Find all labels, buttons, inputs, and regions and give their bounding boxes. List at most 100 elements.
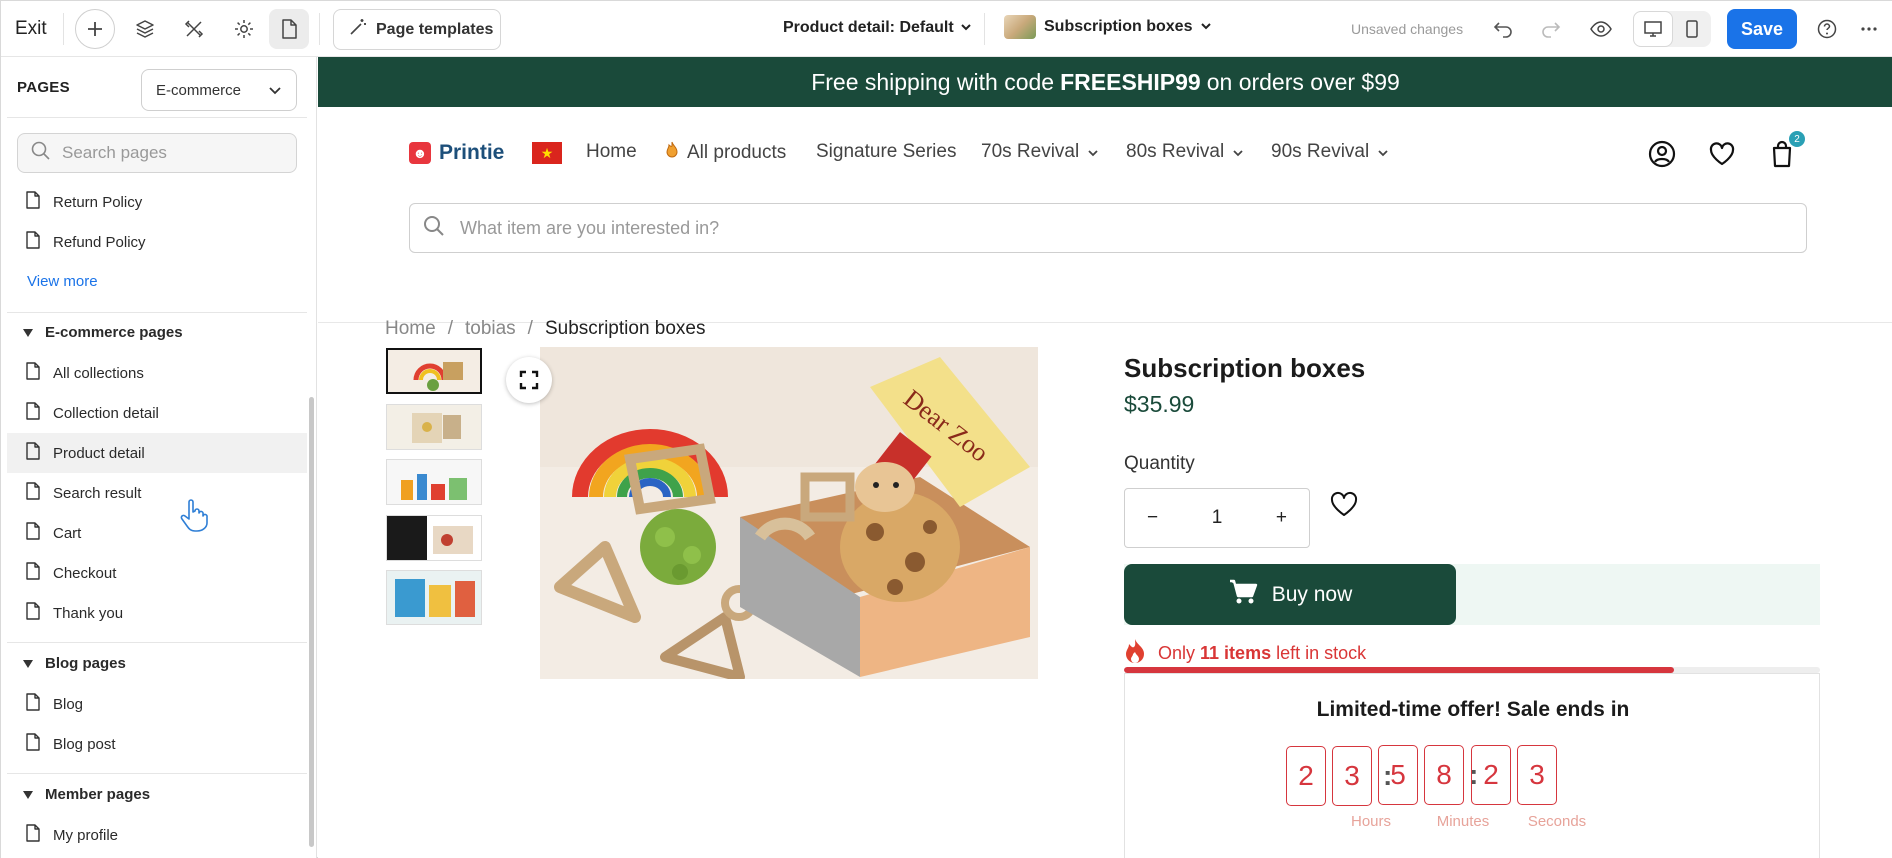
chevron-down-icon	[1200, 18, 1212, 36]
product-selector-label: Subscription boxes	[1044, 18, 1193, 35]
nav-home[interactable]: Home	[586, 141, 637, 163]
breadcrumb-separator: /	[527, 318, 533, 339]
sidebar-item-blog-post[interactable]: Blog post	[7, 724, 307, 764]
stock-text-start: Only	[1158, 643, 1196, 663]
pages-icon[interactable]	[269, 9, 309, 49]
breadcrumb-home[interactable]: Home	[385, 318, 436, 340]
search-icon	[422, 214, 446, 243]
gallery-thumbnail[interactable]	[386, 570, 482, 625]
sidebar-item-label: Blog	[53, 695, 84, 713]
section-ecommerce-pages[interactable]: E-commerce pages	[23, 324, 183, 341]
account-icon[interactable]	[1645, 137, 1679, 171]
chevron-down-icon	[268, 82, 282, 99]
product-main-image[interactable]: Dear Zoo	[540, 347, 1038, 679]
sidebar-item-label: Search result	[53, 484, 142, 502]
divider	[984, 13, 985, 45]
nav-label: 70s Revival	[981, 141, 1080, 162]
page-icon	[25, 824, 41, 846]
breadcrumb-collection[interactable]: tobias	[465, 318, 516, 340]
page-selector[interactable]: Product detail: Default	[783, 19, 972, 37]
sidebar-item-checkout[interactable]: Checkout	[7, 553, 307, 593]
nav-70s-revival[interactable]: 70s Revival	[981, 141, 1099, 163]
expand-fullscreen-icon[interactable]	[506, 357, 552, 403]
store-logo[interactable]: ☻ Printie	[409, 141, 504, 165]
sidebar-item-refund-policy[interactable]: Refund Policy	[7, 222, 307, 262]
divider	[7, 312, 307, 313]
view-more-link[interactable]: View more	[27, 273, 98, 290]
gallery-thumbnail[interactable]	[386, 348, 482, 394]
seconds-label: Seconds	[1527, 813, 1587, 830]
undo-icon[interactable]	[1483, 9, 1523, 49]
nav-label: All products	[687, 142, 787, 163]
cart-bag-icon[interactable]: 2	[1765, 131, 1805, 171]
wishlist-heart-icon[interactable]	[1705, 137, 1739, 171]
page-icon	[25, 522, 41, 544]
product-title: Subscription boxes	[1124, 353, 1366, 383]
tools-icon[interactable]	[174, 9, 214, 49]
buy-now-button[interactable]: Buy now	[1124, 564, 1456, 625]
more-options-icon[interactable]	[1851, 9, 1887, 49]
add-icon[interactable]	[75, 9, 115, 49]
product-selector[interactable]: Subscription boxes	[1004, 15, 1212, 39]
layers-icon[interactable]	[125, 9, 165, 49]
decrement-button[interactable]: −	[1147, 507, 1158, 529]
desktop-icon[interactable]	[1633, 11, 1673, 47]
countdown-minutes-digits-main: 5 8	[1378, 745, 1464, 805]
page-icon	[25, 231, 41, 253]
gallery-thumbnail[interactable]	[386, 404, 482, 450]
sidebar-item-label: Product detail	[53, 444, 145, 462]
page-icon	[25, 733, 41, 755]
countdown-hours: 2 3	[1286, 746, 1372, 806]
section-blog-pages[interactable]: Blog pages	[23, 655, 126, 672]
stock-text-end: left in stock	[1276, 643, 1367, 663]
gear-icon[interactable]	[224, 9, 264, 49]
sidebar-item-return-policy[interactable]: Return Policy	[7, 182, 307, 222]
exit-button[interactable]: Exit	[15, 18, 47, 40]
sidebar-item-collection-detail[interactable]: Collection detail	[7, 393, 307, 433]
sidebar-item-all-collections[interactable]: All collections	[7, 353, 307, 393]
nav-label: 90s Revival	[1271, 141, 1370, 162]
countdown-digit: 8	[1424, 745, 1464, 805]
site-type-select[interactable]: E-commerce	[141, 69, 297, 111]
caret-down-icon	[23, 659, 33, 668]
save-button[interactable]: Save	[1727, 9, 1797, 49]
page-builder-window: Exit Page templates Product detail: Defa…	[0, 0, 1892, 858]
gallery-thumbnail[interactable]	[386, 459, 482, 505]
help-icon[interactable]	[1807, 9, 1847, 49]
sidebar-item-product-detail[interactable]: Product detail	[7, 433, 307, 473]
page-icon	[25, 191, 41, 213]
nav-signature-series[interactable]: Signature Series	[816, 141, 956, 163]
sidebar-item-label: Collection detail	[53, 404, 159, 422]
sidebar-item-label: Return Policy	[53, 193, 143, 211]
page-selector-label: Product detail: Default	[783, 19, 954, 36]
sidebar-item-my-profile[interactable]: My profile	[7, 815, 307, 855]
quantity-value[interactable]: 1	[1212, 507, 1223, 529]
page-templates-button[interactable]: Page templates	[333, 9, 501, 50]
page-icon	[25, 693, 41, 715]
search-pages-input[interactable]	[62, 143, 282, 163]
sidebar-item-blog[interactable]: Blog	[7, 684, 307, 724]
add-to-wishlist-heart-icon[interactable]	[1327, 487, 1361, 521]
magic-wand-icon	[348, 17, 368, 42]
preview-eye-icon[interactable]	[1581, 9, 1621, 49]
shopping-cart-icon	[1228, 579, 1258, 611]
redo-icon[interactable]	[1531, 9, 1571, 49]
sidebar-item-label: All collections	[53, 364, 144, 382]
sidebar-item-cart[interactable]: Cart	[7, 513, 307, 553]
sidebar-scrollbar[interactable]	[309, 397, 314, 847]
sidebar-item-thank-you[interactable]: Thank you	[7, 593, 307, 633]
store-header: ☻ Printie ★ Home All products Signature …	[318, 107, 1892, 323]
page-icon	[25, 442, 41, 464]
nav-90s-revival[interactable]: 90s Revival	[1271, 141, 1389, 163]
offer-title: Limited-time offer! Sale ends in	[1316, 698, 1630, 721]
nav-all-products[interactable]: All products	[665, 141, 786, 165]
announcement-bar: Free shipping with code FREESHIP99 on or…	[318, 57, 1892, 107]
gallery-thumbnail[interactable]	[386, 515, 482, 561]
store-search-input[interactable]	[460, 217, 1760, 239]
nav-80s-revival[interactable]: 80s Revival	[1126, 141, 1244, 163]
mobile-icon[interactable]	[1673, 11, 1711, 47]
vietnam-flag-icon[interactable]: ★	[532, 142, 562, 164]
increment-button[interactable]: +	[1276, 507, 1287, 529]
sidebar-item-search-result[interactable]: Search result	[7, 473, 307, 513]
section-member-pages[interactable]: Member pages	[23, 786, 150, 803]
